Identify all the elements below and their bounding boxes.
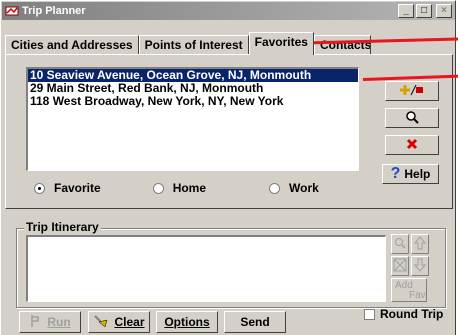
- run-button[interactable]: Run: [19, 311, 81, 333]
- clear-label: Clear: [114, 315, 145, 329]
- tab-favorites[interactable]: Favorites: [248, 32, 314, 55]
- run-icon: [29, 314, 41, 331]
- radio-favorite-label: Favorite: [54, 181, 101, 195]
- delete-x-icon: [406, 138, 418, 153]
- delete-button[interactable]: [385, 135, 439, 155]
- radio-home[interactable]: Home: [152, 181, 207, 195]
- send-button[interactable]: Send: [224, 311, 286, 333]
- round-trip-checkbox[interactable]: Round Trip: [364, 307, 443, 321]
- run-label: Run: [47, 315, 71, 329]
- radio-home-label: Home: [172, 181, 207, 195]
- magnifier-icon: [405, 110, 419, 127]
- radio-favorite[interactable]: Favorite: [34, 181, 101, 195]
- trip-itinerary-label: Trip Itinerary: [24, 220, 101, 234]
- move-up-button[interactable]: [411, 234, 429, 254]
- tab-points-of-interest[interactable]: Points of Interest: [138, 35, 249, 55]
- list-item[interactable]: 118 West Broadway, New York, NY, New Yor…: [28, 95, 358, 108]
- radio-home-indicator[interactable]: [152, 182, 164, 194]
- itinerary-zoom-button[interactable]: [391, 234, 409, 254]
- round-trip-box[interactable]: [364, 308, 375, 320]
- app-icon: [5, 4, 19, 18]
- tab-cities-and-addresses[interactable]: Cities and Addresses: [5, 35, 139, 55]
- options-label: Options: [164, 315, 210, 329]
- itinerary-remove-button[interactable]: [391, 256, 409, 276]
- trip-planner-window: Trip Planner _ □ × Cities and Addresses …: [0, 0, 458, 335]
- round-trip-label: Round Trip: [380, 307, 444, 321]
- up-arrow-icon: [413, 235, 427, 253]
- favorites-list[interactable]: 10 Seaview Avenue, Ocean Grove, NJ, Monm…: [26, 67, 359, 171]
- options-button[interactable]: Options: [156, 311, 218, 333]
- broom-icon: [93, 314, 109, 331]
- move-down-button[interactable]: [411, 256, 429, 276]
- title-bar[interactable]: Trip Planner _ □ ×: [2, 2, 455, 20]
- remove-x-box-icon: [393, 258, 407, 275]
- help-label: Help: [404, 167, 431, 181]
- radio-work[interactable]: Work: [269, 181, 319, 195]
- window-title: Trip Planner: [22, 5, 86, 17]
- maximize-button[interactable]: □: [416, 4, 432, 18]
- radio-work-indicator[interactable]: [269, 182, 281, 194]
- close-button[interactable]: ×: [436, 4, 452, 18]
- clear-button[interactable]: Clear: [88, 311, 150, 333]
- radio-favorite-indicator[interactable]: [34, 182, 45, 194]
- magnifier-icon: [394, 237, 406, 252]
- add-fav-label-fav: Fav: [409, 290, 426, 301]
- add-to-favorites-button[interactable]: Add Fav: [391, 278, 427, 302]
- send-label: Send: [240, 315, 270, 329]
- radio-work-label: Work: [289, 181, 319, 195]
- question-icon: ?: [390, 165, 401, 182]
- down-arrow-icon: [413, 258, 427, 275]
- zoom-button[interactable]: [385, 108, 439, 128]
- tab-contacts[interactable]: Contacts: [313, 35, 371, 55]
- minimize-button[interactable]: _: [398, 4, 414, 18]
- help-button[interactable]: ? Help: [382, 164, 439, 184]
- location-type-radios: Favorite Home Work: [34, 181, 319, 195]
- itinerary-list[interactable]: [26, 235, 386, 302]
- add-favorite-button[interactable]: [385, 81, 439, 101]
- add-favorite-icon: [397, 83, 427, 100]
